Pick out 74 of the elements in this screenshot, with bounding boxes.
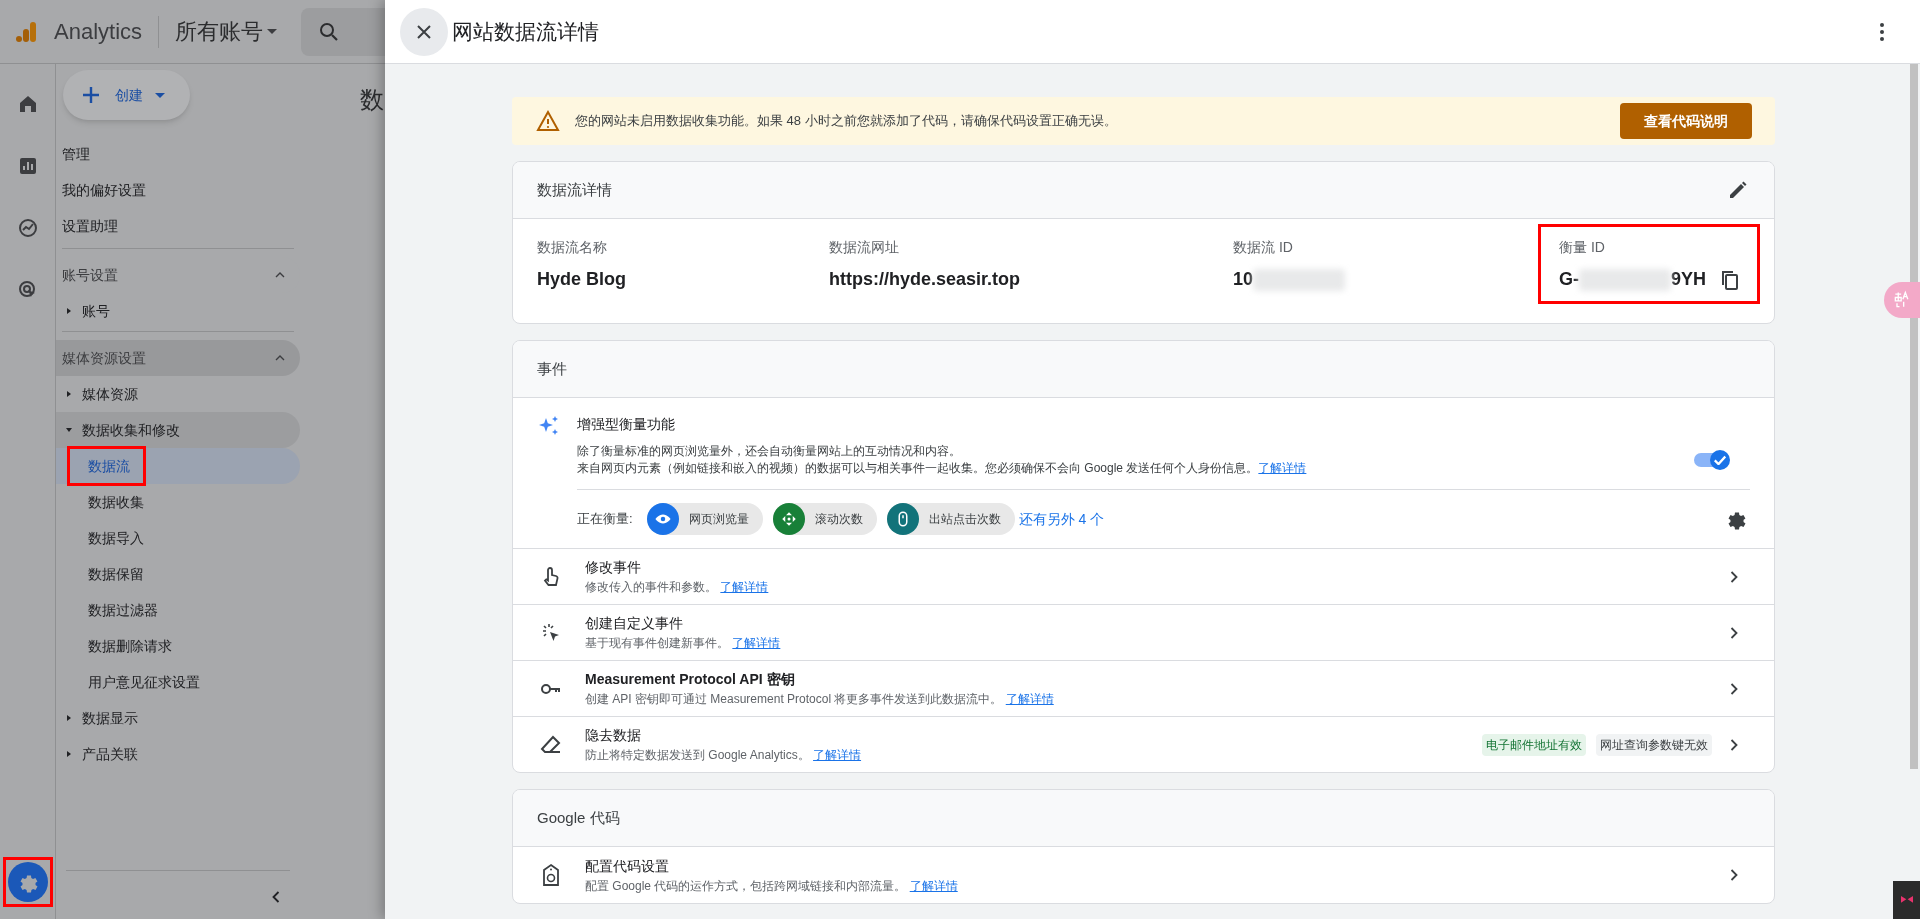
toggle-switch[interactable] — [1694, 450, 1730, 470]
nav-item[interactable]: 数据收集 — [88, 491, 144, 513]
row-description: 修改传入的事件和参数。 了解详情 — [585, 579, 769, 596]
nav-item[interactable]: 产品关联 — [56, 736, 300, 772]
row-title: Measurement Protocol API 密钥 — [585, 670, 796, 689]
list-row[interactable]: 创建自定义事件 基于现有事件创建新事件。 了解详情 — [513, 604, 1774, 660]
product-name: Analytics — [54, 18, 143, 46]
dropdown-icon — [155, 92, 165, 98]
nav-item[interactable]: 数据删除请求 — [88, 635, 172, 657]
list-row[interactable]: 修改事件 修改传入的事件和参数。 了解详情 — [513, 548, 1774, 604]
nav-item[interactable]: 管理 — [62, 143, 90, 165]
field-value: 10 — [1233, 268, 1254, 291]
learn-more-link[interactable]: 了解详情 — [813, 748, 862, 762]
create-button[interactable]: 创建 — [63, 70, 190, 120]
nav-item[interactable]: 设置助理 — [62, 215, 118, 237]
account-selector[interactable]: 所有账号 — [175, 15, 278, 48]
search-field[interactable] — [301, 7, 385, 56]
row-title: 创建自定义事件 — [585, 614, 684, 633]
feature-title: 增强型衡量功能 — [577, 415, 675, 434]
nav-item[interactable]: 数据显示 — [56, 700, 300, 736]
status-tag: 网址查询参数键无效 — [1596, 733, 1712, 756]
row-title: 修改事件 — [585, 558, 642, 577]
row-description: 防止将特定数据发送到 Google Analytics。 了解详情 — [585, 747, 862, 764]
row-description: 配置 Google 代码的运作方式，包括跨网域链接和内部流量。 了解详情 — [585, 877, 958, 895]
widget-button[interactable] — [1893, 881, 1920, 919]
field-value: Hyde Blog — [537, 268, 626, 291]
nav-item[interactable]: 数据保留 — [88, 563, 144, 585]
warning-icon — [536, 109, 560, 133]
nav-item[interactable]: 我的偏好设置 — [62, 179, 146, 201]
learn-more-link[interactable]: 了解详情 — [1258, 461, 1307, 475]
status-tag: 电子邮件地址有效 — [1482, 733, 1586, 756]
nav-item[interactable]: 媒体资源 — [56, 376, 300, 412]
warning-text: 您的网站未启用数据收集功能。如果 48 小时之前您就添加了代码，请确保代码设置正确无误。 — [575, 112, 1117, 131]
field-label: 数据流 ID — [1233, 238, 1294, 257]
check-icon — [1714, 455, 1726, 465]
analytics-logo-icon — [14, 19, 38, 44]
field-label: 数据流网址 — [829, 238, 900, 257]
learn-more-link[interactable]: 了解详情 — [720, 580, 769, 594]
nav-item[interactable]: 账号 — [56, 293, 300, 329]
card-title: 数据流详情 — [537, 179, 612, 200]
learn-more-link[interactable]: 了解详情 — [732, 636, 781, 650]
nav-item[interactable]: 数据收集和修改 — [56, 412, 300, 448]
list-row[interactable]: 配置代码设置 配置 Google 代码的运作方式，包括跨网域链接和内部流量。 了解详情 — [513, 847, 1774, 903]
row-title: 隐去数据 — [585, 726, 642, 745]
field-value: https://hyde.seasir.top — [829, 268, 1021, 291]
list-row[interactable]: Measurement Protocol API 密钥 创建 API 密钥即可通过 Measurement Protocol 将更多事件发送到此数据流中。 了解详情 — [513, 660, 1774, 716]
feature-description: 除了衡量标准的网页浏览量外，还会自动衡量网站上的互动情况和内容。 来自网页内元素（例如链接和嵌入的视频）的数据可以与相关事件一起收集。您必须确保不会向 Google 发送任何个人身份信息。了解详情 — [577, 443, 1308, 477]
section-header[interactable]: 媒体资源设置 — [56, 340, 300, 376]
page-title: 数 — [360, 85, 385, 115]
nav-item[interactable]: 数据过滤器 — [88, 599, 158, 621]
row-title: 配置代码设置 — [585, 856, 670, 876]
measurement-chip: 滚动次数 — [772, 503, 877, 535]
field-label: 衡量 ID — [1559, 238, 1606, 257]
row-description: 创建 API 密钥即可通过 Measurement Protocol 将更多事件发送到此数据流中。 了解详情 — [585, 691, 1054, 708]
list-row[interactable]: 隐去数据 防止将特定数据发送到 Google Analytics。 了解详情 电子邮件地址有效 网址查询参数键无效 — [513, 716, 1774, 772]
learn-more-link[interactable]: 了解详情 — [1005, 692, 1054, 706]
scrollbar-thumb[interactable] — [1910, 64, 1918, 769]
close-button[interactable] — [400, 7, 448, 56]
view-code-button[interactable]: 查看代码说明 — [1620, 103, 1752, 139]
measuring-label: 正在衡量: — [577, 510, 633, 529]
more-link[interactable]: 还有另外 4 个 — [1018, 508, 1105, 530]
field-value: G- — [1559, 268, 1579, 291]
dropdown-icon — [267, 29, 278, 34]
drawer-title: 网站数据流详情 — [452, 18, 599, 45]
card-title: Google 代码 — [537, 807, 620, 828]
field-label: 数据流名称 — [537, 238, 608, 257]
nav-item[interactable]: 用户意见征求设置 — [88, 671, 200, 693]
row-description: 基于现有事件创建新事件。 了解详情 — [585, 635, 781, 652]
card-title: 事件 — [537, 358, 567, 379]
measurement-chip: 出站点击次数 — [886, 503, 1015, 535]
measurement-chip: 网页浏览量 — [646, 503, 763, 535]
field-value: 9YH — [1671, 268, 1706, 291]
nav-item[interactable]: 数据导入 — [88, 527, 144, 549]
learn-more-link[interactable]: 了解详情 — [909, 878, 958, 893]
